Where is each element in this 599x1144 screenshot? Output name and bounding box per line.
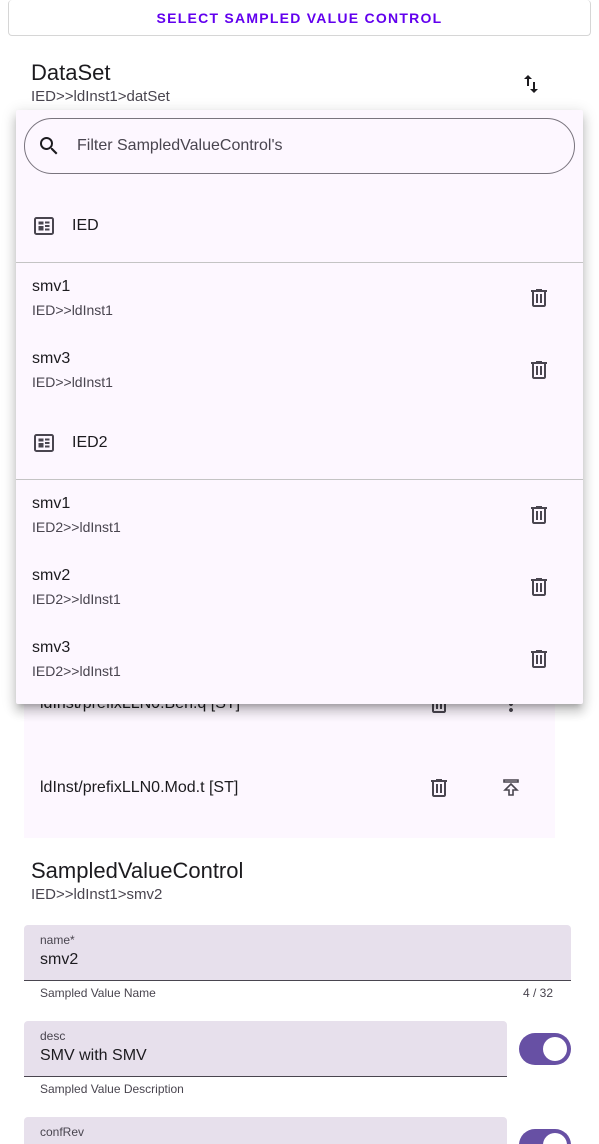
page: SELECT SAMPLED VALUE CONTROL DataSet IED… [0,0,599,1144]
select-button-label: SELECT SAMPLED VALUE CONTROL [156,9,443,26]
group-label: IED [72,217,99,234]
confrev-field-label: confRev [40,1125,85,1139]
desc-helper: Sampled Value Description [40,1082,184,1096]
swap-vert-icon[interactable] [519,72,543,96]
delete-icon[interactable] [527,575,551,599]
search-icon [40,137,58,155]
confrev-toggle[interactable] [519,1129,571,1144]
ied-icon [34,217,54,235]
group-header-ied2: IED2 [16,415,583,471]
item-name: smv3 [32,639,71,656]
desc-field-label: desc [40,1029,66,1043]
publish-icon[interactable] [499,776,523,800]
item-path: IED2>>ldInst1 [32,519,121,535]
group-label: IED2 [72,434,108,451]
name-field[interactable]: name* smv2 [24,925,571,981]
svc-path: IED>>ldInst1>smv2 [31,886,163,903]
list-item[interactable]: smv2 IED2>>ldInst1 [16,551,583,623]
svc-title: SampledValueControl [31,858,244,883]
delete-icon[interactable] [527,647,551,671]
item-path: IED2>>ldInst1 [32,663,121,679]
item-name: smv2 [32,567,71,584]
toggle-knob [543,1037,567,1061]
delete-icon[interactable] [527,358,551,382]
desc-field[interactable]: desc SMV with SMV [24,1021,507,1077]
fcda-row[interactable]: ldInst/prefixLLN0.Mod.t [ST] [24,764,555,812]
ied-icon [34,434,54,452]
list-item[interactable]: smv3 IED2>>ldInst1 [16,623,583,695]
item-name: smv1 [32,278,71,295]
toggle-knob [543,1133,567,1144]
list-item[interactable]: smv1 IED>>ldInst1 [16,262,583,334]
select-sampled-value-control-button[interactable]: SELECT SAMPLED VALUE CONTROL [8,0,591,36]
item-name: smv3 [32,350,71,367]
delete-icon[interactable] [527,286,551,310]
item-path: IED>>ldInst1 [32,302,113,318]
item-path: IED2>>ldInst1 [32,591,121,607]
list-item[interactable]: smv1 IED2>>ldInst1 [16,479,583,551]
dataset-title: DataSet [31,60,111,85]
name-counter: 4 / 32 [523,986,554,1000]
name-helper: Sampled Value Name [40,986,156,1000]
confrev-field[interactable]: confRev [24,1117,507,1144]
desc-field-value: SMV with SMV [40,1047,147,1064]
group-header-ied: IED [16,198,583,254]
filter-placeholder: Filter SampledValueControl's [77,137,283,154]
sampled-value-control-menu: Filter SampledValueControl's IED smv1 IE… [16,110,583,704]
list-item[interactable]: smv3 IED>>ldInst1 [16,334,583,406]
fcda-label: ldInst/prefixLLN0.Mod.t [ST] [40,779,239,796]
item-name: smv1 [32,495,71,512]
dataset-path: IED>>ldInst1>datSet [31,88,170,105]
item-path: IED>>ldInst1 [32,374,113,390]
name-field-label: name* [40,933,75,947]
desc-toggle[interactable] [519,1033,571,1065]
delete-icon[interactable] [527,503,551,527]
name-field-value: smv2 [40,951,79,968]
delete-icon[interactable] [427,776,451,800]
filter-input[interactable]: Filter SampledValueControl's [24,118,575,174]
